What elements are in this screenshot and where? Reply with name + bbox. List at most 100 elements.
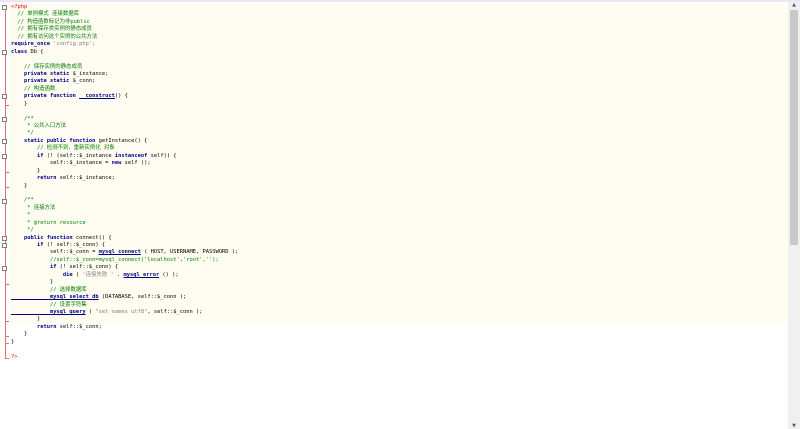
code-line: self::$_instance = new self (); bbox=[11, 160, 238, 167]
code-token: mysql_error bbox=[123, 271, 160, 278]
code-line: private static $_instance; bbox=[11, 71, 238, 78]
code-line: die ( '连接失败 ' . mysql_error () ); bbox=[11, 272, 238, 279]
code-token: return bbox=[11, 323, 57, 330]
fold-end-marker bbox=[5, 320, 9, 322]
code-token: self)) { bbox=[147, 152, 177, 159]
code-token: //self::$_conn=mysql_connect('localhost'… bbox=[11, 256, 219, 263]
code-token: self::$_instance; bbox=[56, 175, 115, 182]
fold-toggle-icon[interactable] bbox=[2, 139, 7, 145]
code-token: $_conn; bbox=[69, 78, 96, 85]
code-line: // 设置字符集 bbox=[11, 302, 238, 309]
fold-toggle-icon[interactable] bbox=[2, 198, 7, 204]
code-token: } bbox=[11, 167, 41, 174]
code-token: ?> bbox=[11, 353, 18, 360]
fold-toggle-icon[interactable] bbox=[2, 235, 7, 241]
code-editor[interactable]: <?php // 单例模式 连接数据库 // 构造函数标记为非public //… bbox=[0, 2, 788, 429]
code-token: } bbox=[11, 331, 28, 338]
code-token: (DATABASE, self::$_conn ); bbox=[98, 294, 187, 301]
code-token: if bbox=[11, 264, 57, 271]
code-token: <?php bbox=[11, 4, 28, 10]
code-line: mysql_query ( "set names utf8", self::$_… bbox=[11, 309, 238, 316]
code-line: /** bbox=[11, 116, 238, 123]
code-token: () ); bbox=[159, 271, 179, 278]
code-line: private function __construct() { bbox=[11, 93, 238, 100]
code-line: public function connect() { bbox=[11, 235, 238, 242]
fold-end-marker bbox=[5, 343, 9, 345]
code-line: if (! self::$_conn) { bbox=[11, 242, 238, 249]
code-token: (! self::$_conn) { bbox=[43, 242, 106, 248]
code-token: if bbox=[11, 242, 44, 248]
code-token: "set names utf8" bbox=[95, 308, 148, 315]
code-token: return bbox=[11, 175, 57, 182]
code-line: // 拥有保存类实例的静态成员 bbox=[11, 26, 238, 33]
code-token: class bbox=[11, 48, 28, 55]
arrow-up-icon[interactable]: ▲ bbox=[791, 2, 797, 8]
code-line: class Db { bbox=[11, 49, 238, 56]
code-line: // 选择数据库 bbox=[11, 287, 238, 294]
code-token: () { bbox=[114, 93, 128, 100]
code-token: getInstance() { bbox=[95, 137, 148, 144]
code-line: return self::$_instance; bbox=[11, 175, 238, 182]
code-token: */ bbox=[11, 130, 34, 137]
fold-toggle-icon[interactable] bbox=[2, 5, 7, 10]
code-token: , self::$_conn ); bbox=[147, 308, 203, 315]
code-line: self::$_conn = mysql_connect ( HOST, USE… bbox=[11, 249, 238, 256]
code-token: instanceof bbox=[114, 152, 148, 159]
arrow-down-icon[interactable]: ▼ bbox=[791, 423, 797, 429]
code-token: mysql_select_db bbox=[11, 294, 99, 301]
code-token: ( bbox=[85, 308, 96, 315]
code-line: /** bbox=[11, 197, 238, 204]
fold-toggle-icon[interactable] bbox=[2, 94, 7, 100]
fold-toggle-icon[interactable] bbox=[2, 49, 7, 55]
code-token: ( bbox=[72, 271, 83, 278]
code-token: self::$_instance = bbox=[11, 160, 112, 167]
code-token: (! self::$_conn) { bbox=[56, 264, 119, 271]
code-token: public function bbox=[11, 234, 73, 241]
code-line: if (! self::$_conn) { bbox=[11, 264, 238, 271]
code-token: /** bbox=[11, 115, 34, 122]
code-line: return self::$_conn; bbox=[11, 324, 238, 331]
code-token: __construct bbox=[79, 93, 115, 100]
code-token: mysql_query bbox=[11, 308, 86, 315]
scrollbar-thumb[interactable] bbox=[790, 10, 798, 245]
code-line: mysql_select_db (DATABASE, self::$_conn … bbox=[11, 294, 238, 301]
fold-end-marker bbox=[5, 171, 9, 173]
code-token: 'config.php'; bbox=[49, 41, 96, 48]
code-token: mysql_connect bbox=[98, 249, 141, 256]
code-line: * bbox=[11, 212, 238, 219]
code-token: * 公共入口方法 bbox=[11, 123, 67, 129]
code-token: (! (self::$_instance bbox=[43, 152, 115, 159]
code-line: } bbox=[11, 331, 238, 338]
fold-toggle-icon[interactable] bbox=[2, 243, 7, 249]
code-line: // 检测不到，重新实例化 对象 bbox=[11, 145, 238, 152]
code-token: // 单例模式 连接数据库 bbox=[11, 11, 79, 18]
code-token: private static bbox=[11, 70, 70, 77]
code-token: // 设置字符集 bbox=[11, 301, 87, 308]
code-token: if bbox=[11, 152, 44, 159]
code-token: die bbox=[11, 271, 73, 278]
code-line: * @return resource bbox=[11, 220, 238, 227]
vertical-scrollbar[interactable]: ▲ ▼ bbox=[788, 2, 800, 429]
code-line: private static $_conn; bbox=[11, 78, 238, 85]
code-line: */ bbox=[11, 227, 238, 234]
code-line: } bbox=[11, 339, 238, 346]
code-line: * 连接方法 bbox=[11, 205, 238, 212]
code-token: Db { bbox=[27, 48, 44, 55]
code-token: '连接失败 ' bbox=[82, 271, 114, 278]
code-line: // 单例模式 连接数据库 bbox=[11, 11, 238, 18]
fold-toggle-icon[interactable] bbox=[2, 265, 7, 271]
fold-toggle-icon[interactable] bbox=[2, 116, 7, 122]
fold-end-marker bbox=[5, 335, 9, 337]
code-line: */ bbox=[11, 130, 238, 137]
code-token: self::$_conn; bbox=[56, 323, 102, 330]
code-line: // 拥有访问这个实例的公共方法 bbox=[11, 34, 238, 41]
code-token: } bbox=[11, 279, 54, 286]
fold-gutter[interactable] bbox=[0, 2, 10, 429]
fold-end-marker bbox=[5, 186, 9, 188]
fold-toggle-icon[interactable] bbox=[2, 154, 7, 159]
code-text[interactable]: <?php // 单例模式 连接数据库 // 构造函数标记为非public //… bbox=[11, 4, 238, 361]
code-token: } bbox=[11, 182, 28, 189]
code-token: // 构造函数 bbox=[11, 85, 56, 92]
